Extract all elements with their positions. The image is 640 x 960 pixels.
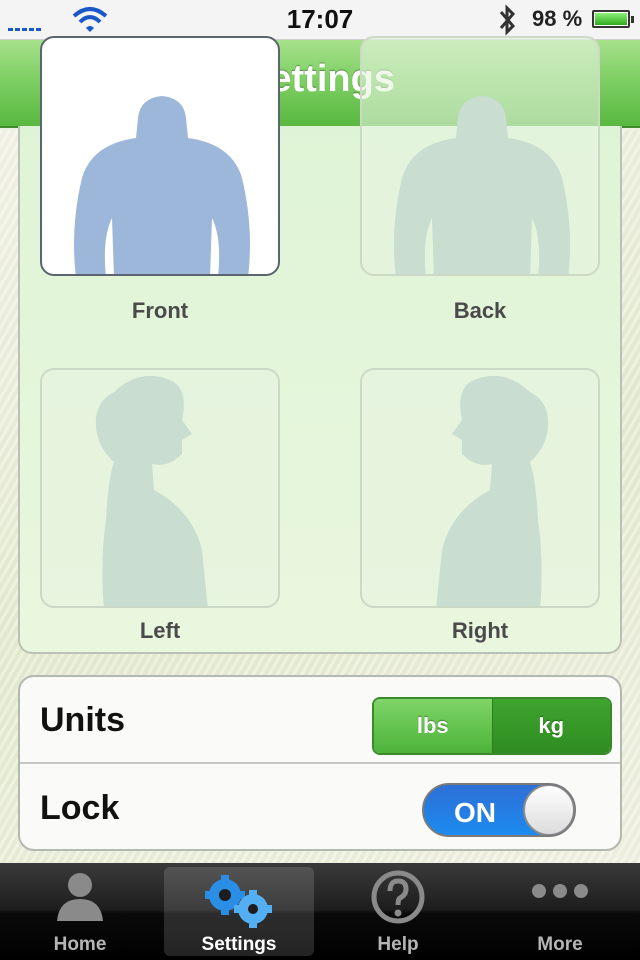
photo-right-tile[interactable] [360, 368, 600, 608]
tab-more[interactable]: More [485, 863, 635, 960]
photo-front-label: Front [131, 298, 189, 323]
photo-left-label: Left [139, 618, 181, 643]
photo-front-tile[interactable] [40, 36, 280, 276]
tab-bar: Home Settings Help More [0, 863, 640, 960]
tab-settings-label: Settings [201, 934, 277, 955]
photos-panel: Front Back Left Right [18, 36, 622, 654]
lock-toggle-state: ON [454, 797, 496, 828]
question-icon [370, 869, 426, 930]
photo-left-tile[interactable] [40, 368, 280, 608]
units-segmented-control: lbs kg [372, 697, 612, 755]
right-silhouette-icon [436, 376, 549, 606]
back-silhouette-icon [394, 96, 570, 274]
photo-right-label: Right [451, 618, 509, 643]
units-lbs-segment[interactable]: lbs [374, 699, 493, 753]
toggle-knob [523, 785, 574, 835]
lock-label: Lock [40, 789, 120, 827]
settings-group: Units lbs kg Lock ON [18, 675, 622, 851]
tab-home-label: Home [53, 934, 107, 955]
front-silhouette-icon [74, 96, 250, 274]
left-silhouette-icon [95, 376, 208, 606]
lock-row: Lock ON [20, 765, 620, 849]
photo-back-tile[interactable] [360, 36, 600, 276]
units-label: Units [40, 701, 125, 739]
status-bar: 17:07 98 % [0, 0, 640, 40]
gears-icon [199, 873, 279, 934]
more-icon [529, 881, 591, 906]
units-row: Units lbs kg [20, 677, 620, 764]
battery-icon [592, 10, 634, 28]
units-kg-segment[interactable]: kg [492, 699, 610, 753]
tab-home[interactable]: Home [5, 863, 155, 960]
person-icon [55, 869, 105, 926]
tab-help-label: Help [377, 934, 419, 955]
photo-back-label: Back [453, 298, 507, 323]
lock-toggle[interactable]: ON [422, 783, 576, 837]
battery-percent: 98 % [532, 6, 583, 31]
tab-help[interactable]: Help [323, 863, 473, 960]
tab-more-label: More [537, 934, 583, 955]
tab-settings[interactable]: Settings [164, 867, 314, 956]
content-area: Front Back Left Right Units lbs kg Lock … [0, 36, 640, 863]
